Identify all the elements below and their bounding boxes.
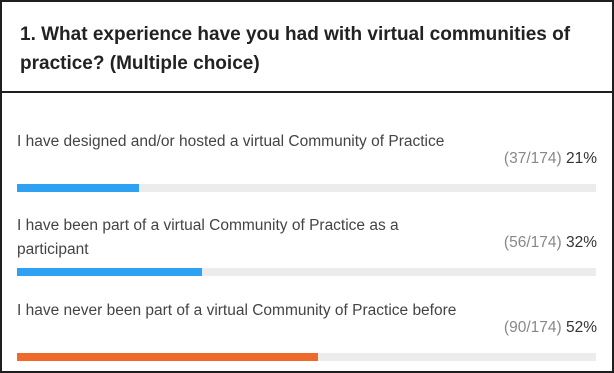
option-stat: (56/174) 32%	[504, 233, 597, 253]
option-label: I have never been part of a virtual Comm…	[17, 302, 457, 319]
option-count: (56/174)	[503, 234, 562, 251]
result-bar-fill	[17, 353, 319, 361]
option-percent: 32%	[565, 234, 597, 251]
option-count: (90/174)	[503, 319, 562, 336]
option-stat: (37/174) 21%	[504, 149, 597, 169]
result-bar-track	[17, 184, 596, 192]
option-percent: 52%	[565, 319, 597, 336]
question-title: 1. What experience have you had with vir…	[20, 24, 571, 74]
result-bar-track	[17, 268, 596, 276]
question-header: 1. What experience have you had with vir…	[2, 2, 612, 93]
option-label: I have designed and/or hosted a virtual …	[17, 133, 445, 150]
option-stat: (90/174) 52%	[504, 318, 597, 338]
result-bar-fill	[17, 268, 203, 276]
option-count: (37/174)	[503, 150, 562, 167]
poll-card: 1. What experience have you had with vir…	[0, 0, 614, 373]
option-percent: 21%	[565, 150, 597, 167]
option-label: I have been part of a virtual Community …	[17, 217, 399, 258]
result-bar-fill	[17, 184, 139, 192]
result-bar-track	[17, 353, 596, 361]
